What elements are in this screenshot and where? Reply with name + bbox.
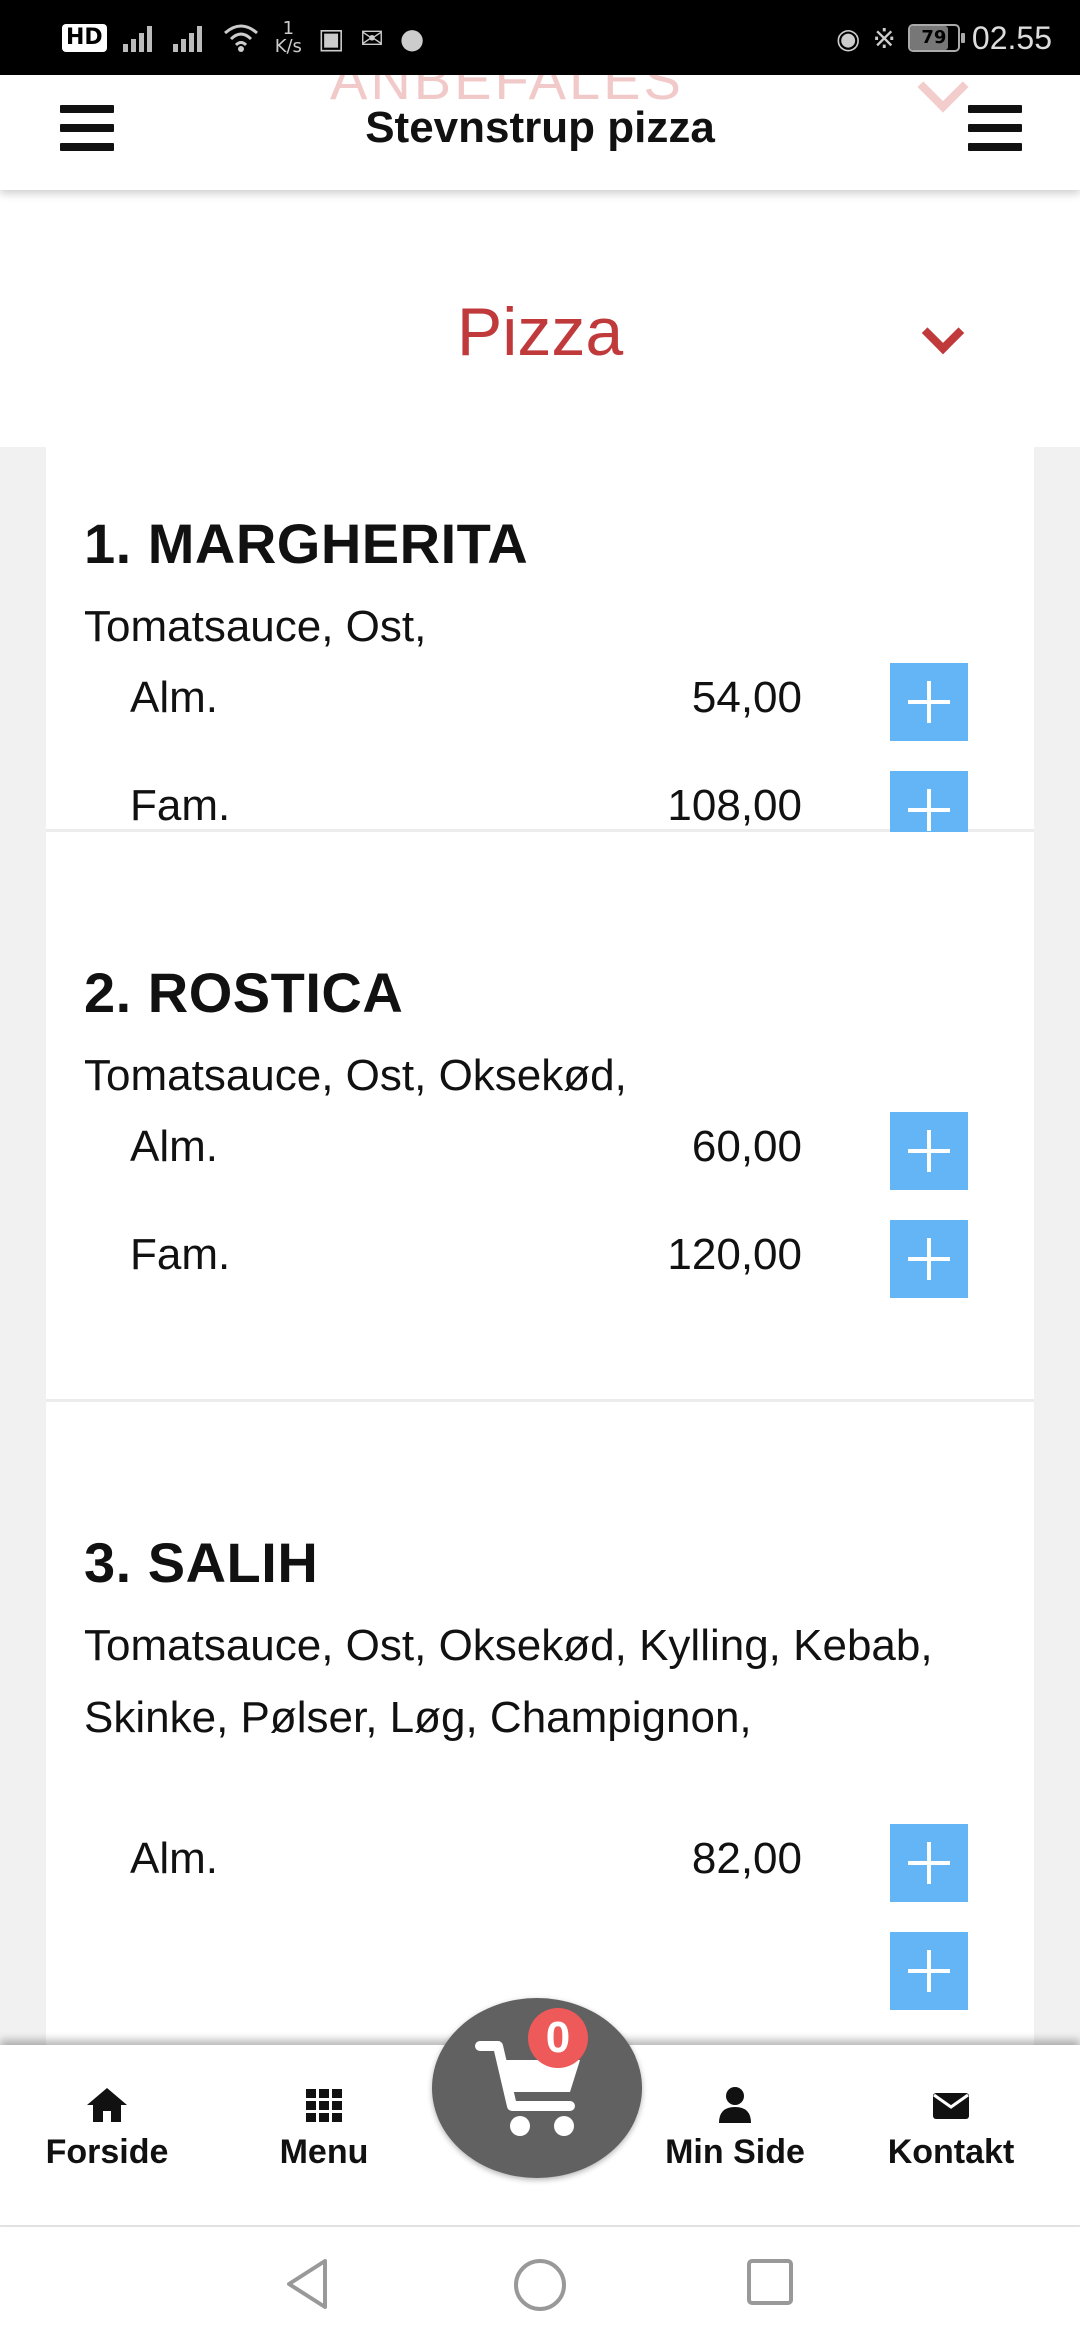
network-speed: 1 K/s (275, 20, 302, 56)
price: 60,00 (691, 1122, 802, 1171)
battery-level: 79 (921, 27, 947, 48)
system-navigation-bar (0, 2225, 1080, 2340)
envelope-icon (933, 2093, 969, 2119)
home-circle-icon[interactable] (512, 2257, 568, 2313)
price-row: Alm. 60,00 (46, 1112, 1034, 1190)
signal-icon-2 (172, 24, 207, 52)
menu-right-icon[interactable] (968, 105, 1022, 151)
wifi-icon (223, 24, 258, 52)
nav-menu-label: Menu (279, 2133, 369, 2171)
size-label: Fam. (130, 1230, 231, 1279)
page-title: Stevnstrup pizza (365, 103, 715, 152)
size-label: Alm. (130, 673, 218, 722)
add-to-cart-button[interactable] (890, 1220, 968, 1298)
notification-app-icon: ▣ (317, 21, 345, 55)
grid-icon (306, 2089, 342, 2122)
mail-icon: ✉ (360, 21, 384, 55)
item-title: 1. MARGHERITA (84, 512, 529, 575)
nav-profile[interactable]: Min Side (645, 2085, 825, 2172)
add-to-cart-button[interactable] (890, 663, 968, 741)
size-label: Alm. (130, 1122, 218, 1171)
category-title: Pizza (456, 294, 624, 370)
status-right: ◉ ※ 79 02.55 (836, 16, 1052, 60)
status-left: HD 1 K/s ▣ ✉ ● (62, 16, 424, 60)
hd-indicator: HD (62, 24, 107, 52)
menu-item: 3. SALIH Tomatsauce, Ost, Oksekød, Kylli… (46, 1402, 1034, 2050)
bluetooth-icon: ※ (872, 21, 896, 55)
price: 120,00 (667, 1230, 802, 1279)
nav-menu[interactable]: Menu (234, 2085, 414, 2172)
price-row: Alm. 82,00 (46, 1824, 1034, 1902)
signal-icon (122, 24, 157, 52)
price: 108,00 (667, 781, 802, 830)
price: 54,00 (691, 673, 802, 722)
home-icon (87, 2088, 127, 2122)
add-to-cart-button[interactable] (890, 1112, 968, 1190)
item-description: Tomatsauce, Ost, Oksekød, Kylling, Kebab… (84, 1621, 933, 1742)
price: 82,00 (691, 1834, 802, 1883)
item-title: 2. ROSTICA (84, 961, 404, 1024)
back-icon[interactable] (283, 2257, 333, 2311)
nav-contact-label: Kontakt (887, 2133, 1015, 2171)
recents-icon[interactable] (745, 2257, 795, 2307)
status-bar: HD 1 K/s ▣ ✉ ● ◉ ※ 79 02.55 (0, 0, 1080, 75)
size-label: Fam. (130, 781, 231, 830)
size-label: Alm. (130, 1834, 218, 1883)
battery-icon: 79 (907, 24, 965, 52)
category-header[interactable]: Pizza (0, 190, 1080, 447)
nav-profile-label: Min Side (665, 2133, 805, 2171)
item-description: Tomatsauce, Ost, (84, 602, 427, 651)
network-speed-unit: K/s (274, 36, 302, 57)
add-to-cart-button[interactable] (890, 1932, 968, 2010)
menu-item: 2. ROSTICA Tomatsauce, Ost, Oksekød, Alm… (46, 832, 1034, 1402)
eye-icon: ◉ (836, 21, 861, 55)
clock: 02.55 (971, 19, 1052, 56)
nav-home[interactable]: Forside (17, 2085, 197, 2172)
facebook-icon: ● (399, 21, 425, 55)
item-description: Tomatsauce, Ost, Oksekød, (84, 1051, 627, 1100)
price-row: Fam. 120,00 (46, 1220, 1034, 1298)
menu-list: 1. MARGHERITA Tomatsauce, Ost, Alm. 54,0… (46, 447, 1034, 2050)
app-header: ANBEFALES Stevnstrup pizza (0, 75, 1080, 190)
main-content: Pizza 1. MARGHERITA Tomatsauce, Ost, Alm… (0, 190, 1080, 2050)
nav-home-label: Forside (45, 2133, 169, 2171)
nav-contact[interactable]: Kontakt (861, 2085, 1041, 2172)
add-to-cart-button[interactable] (890, 1824, 968, 1902)
cart-count-badge: 0 (528, 2008, 588, 2068)
item-title: 3. SALIH (84, 1531, 319, 1594)
menu-item: 1. MARGHERITA Tomatsauce, Ost, Alm. 54,0… (46, 447, 1034, 849)
user-icon (719, 2087, 751, 2123)
price-row: Alm. 54,00 (46, 663, 1034, 741)
